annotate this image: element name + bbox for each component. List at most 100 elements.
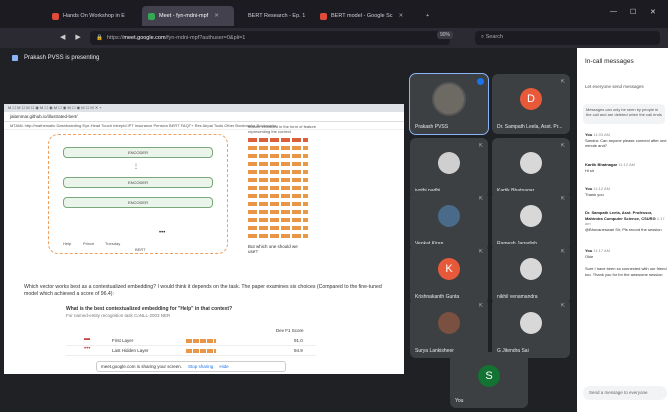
avatar (520, 152, 542, 175)
tab-meet[interactable]: Meet - fyn-mdni-mpf ✕ (142, 6, 234, 26)
ellipsis: ⋮ (133, 164, 139, 170)
participant-name: Dr. Sampath Leela, Asst. Pr... (497, 124, 563, 130)
pin-icon[interactable]: ⇱ (479, 249, 483, 255)
avatar (438, 205, 460, 228)
zoom-level[interactable]: 90% (437, 31, 454, 39)
lock-icon: 🔒 (96, 35, 103, 41)
tab-workshop[interactable]: Hands On Workshop in E (46, 6, 138, 26)
chat-notice: Messages can only be seen by people in t… (583, 104, 665, 124)
shared-tabstrip: M ☐ M ☐ M ☐ ◉ M ☐ ◉ M ☐ ◉ M ☐ ◉ M ☐ M ✕ … (4, 104, 404, 112)
tab-bert-research[interactable]: BERT Research - Ep. 1 (238, 6, 310, 26)
embedding-row (248, 186, 308, 190)
chat-message: You 11:12 AM Thank you (585, 186, 667, 202)
meet-icon (148, 12, 155, 20)
chat-message: You 11:03 AM Sandra: Can anyone please c… (585, 132, 667, 154)
score-table: Dev F1 Score ▬ First Layer 91.0 ••• Last… (66, 326, 316, 356)
token-label: Tuesday (105, 241, 121, 246)
table-row: ••• Last Hidden Layer 94.9 (66, 346, 316, 356)
participant-tile[interactable]: K ⇱ Krishnakanth Gunta (410, 244, 488, 304)
embedding-glyph: ••• (84, 346, 91, 352)
new-tab-button[interactable]: + (420, 6, 434, 26)
pin-icon[interactable]: ⇱ (561, 196, 565, 202)
close-window-icon[interactable]: ✕ (650, 8, 656, 16)
chat-option-toggle[interactable]: Let everyone send messages (585, 84, 644, 89)
tab-label: BERT Research - Ep. 1 (248, 13, 306, 19)
encoder-block: ENCODER (63, 177, 213, 188)
token-label: Help (63, 241, 72, 246)
pin-icon[interactable]: ⇱ (561, 249, 565, 255)
chat-message: Kartik Bhatnagar 11:12 AM Hi sir (585, 162, 667, 178)
message-time: 11:12 AM (618, 162, 635, 167)
tab-label: BERT model - Google Sc (331, 13, 393, 19)
browser-tabbar: Hands On Workshop in E Meet - fyn-mdni-m… (0, 0, 668, 28)
participant-tile[interactable]: ⇱ Kartik Bhatnagar (492, 138, 570, 198)
participant-tile[interactable]: ⇱ Surya Lankisheer (410, 298, 488, 358)
embedding-column: But which one should we use? (248, 138, 308, 254)
avatar (438, 312, 460, 335)
embedding-row (248, 162, 308, 166)
message-text: Thank you (585, 191, 604, 197)
message-sender: Kartik Bhatnagar (585, 162, 618, 167)
participant-name: You (455, 398, 464, 404)
tab-favicon-icon (52, 12, 59, 20)
self-tile[interactable]: S You (450, 352, 528, 408)
pin-icon[interactable]: ⇱ (561, 79, 565, 85)
pin-icon[interactable]: ⇱ (561, 143, 565, 149)
embedding-glyph: ▬ (84, 336, 90, 342)
chat-message: Sure I have been so connected with our f… (585, 266, 667, 282)
message-time: 11:17 AM (593, 248, 610, 253)
embedding-row (248, 178, 308, 182)
message-text: Okie (585, 253, 594, 259)
avatar (520, 258, 542, 281)
pin-icon[interactable]: ⇱ (479, 143, 483, 149)
row-value: 91.0 (294, 338, 303, 343)
stop-sharing-button[interactable]: Stop sharing (188, 364, 213, 369)
maximize-icon[interactable]: ☐ (630, 8, 636, 16)
participant-tile[interactable]: ⇱ G Jitendra Sai (492, 298, 570, 358)
url-path: /fyn-mdni-mpf?authuser=0&pli=1 (165, 35, 246, 41)
embedding-row (248, 154, 308, 158)
embedding-row (248, 218, 308, 222)
embedding-row (248, 170, 308, 174)
chat-message: You 11:17 AM Okie (585, 248, 667, 264)
search-placeholder: Search (485, 34, 504, 40)
row-label: First Layer (112, 338, 134, 343)
avatar (520, 312, 542, 335)
avatar: D (520, 88, 542, 111)
hide-button[interactable]: Hide (219, 364, 228, 369)
close-tab-icon[interactable]: ✕ (214, 13, 219, 19)
message-text: @Bhuvaneswari Sir, Pls record the sessio… (585, 226, 662, 232)
embedding-row (248, 202, 308, 206)
pin-icon[interactable]: ⇱ (561, 303, 565, 309)
participant-tile[interactable]: Prakash PVSS (409, 73, 489, 135)
pin-icon[interactable]: ⇱ (479, 303, 483, 309)
model-label: BERT (135, 247, 146, 252)
url-bar[interactable]: 🔒 https:// meet.google.com /fyn-mdni-mpf… (90, 31, 450, 45)
tab-bert-model[interactable]: BERT model - Google Sc ✕ (314, 6, 418, 26)
speaking-icon (477, 78, 484, 85)
chat-message: Dr. Sampath Leela, Asst. Professor, Mahi… (585, 210, 667, 244)
search-input[interactable]: ⌕ Search (475, 31, 660, 45)
close-tab-icon[interactable]: ✕ (399, 13, 404, 19)
url-prefix: https:// (106, 35, 124, 41)
tab-label: Hands On Workshop in E (63, 13, 125, 19)
avatar (432, 82, 466, 117)
shared-screen: M ☐ M ☐ M ☐ ◉ M ☐ ◉ M ☐ ◉ M ☐ ◉ M ☐ M ✕ … (4, 104, 404, 374)
embedding-bar (186, 339, 216, 343)
chat-input[interactable]: Send a message to everyone (583, 386, 667, 400)
row-label: Last Hidden Layer (112, 348, 149, 353)
tab-label: Meet - fyn-mdni-mpf (159, 13, 209, 19)
pin-icon[interactable]: ⇱ (479, 196, 483, 202)
participant-tile[interactable]: ⇱ Ramesh Jagadish (492, 191, 570, 251)
table-header: Dev F1 Score (66, 326, 316, 336)
chat-title: In-call messages (585, 58, 634, 65)
participant-tile[interactable]: ⇱ Venkat Kiran (410, 191, 488, 251)
participant-tile[interactable]: ⇱ nikhil yenamandra (492, 244, 570, 304)
participant-tile[interactable]: ⇱ jyothi padhi (410, 138, 488, 198)
embedding-row (248, 226, 308, 230)
shared-bookmarks: MTAML http://mathematic Dashboarding Eye… (4, 122, 404, 130)
minimize-icon[interactable]: — (610, 8, 617, 15)
presenting-bar: Prakash PVSS is presenting (0, 48, 572, 68)
message-sender: Dr. Sampath Leela, Asst. Professor, Mahi… (585, 210, 656, 221)
participant-tile[interactable]: D ⇱ Dr. Sampath Leela, Asst. Pr... (492, 74, 570, 134)
